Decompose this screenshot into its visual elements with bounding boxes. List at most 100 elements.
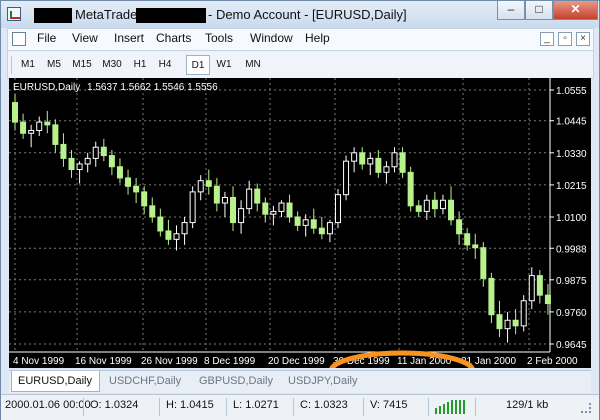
maximize-button[interactable]: □ xyxy=(525,1,553,20)
menu-file[interactable]: File xyxy=(37,31,56,45)
tab-eurusd[interactable]: EURUSD,Daily xyxy=(11,371,100,392)
candle-body xyxy=(133,185,140,193)
minimize-button[interactable]: – xyxy=(497,1,525,20)
menu-tools[interactable]: Tools xyxy=(205,31,233,45)
date-label: 16 Nov 1999 xyxy=(75,356,132,367)
status-separator xyxy=(475,398,476,416)
price-label: 0.9875 xyxy=(556,276,587,287)
candle-body xyxy=(343,160,350,196)
candle-body xyxy=(278,202,285,212)
candle-body xyxy=(262,202,269,215)
candle-body xyxy=(100,146,107,157)
candle-body xyxy=(407,171,414,207)
price-chart[interactable]: 1.0555 1.0445 1.0330 1.0215 1.0100 0.9988 0.98… xyxy=(9,78,591,368)
candle-body xyxy=(294,216,301,226)
tab-usdjpy[interactable]: USDJPY,Daily xyxy=(288,371,358,392)
candle-body xyxy=(359,152,366,165)
candle-body xyxy=(310,219,317,229)
window-subtitle: - Demo Account - [EURUSD,Daily] xyxy=(208,7,407,22)
close-button[interactable]: ✕ xyxy=(553,1,598,20)
status-separator xyxy=(428,398,429,416)
candle-body xyxy=(92,146,99,159)
candle-body xyxy=(36,121,43,131)
menu-window[interactable]: Window xyxy=(250,31,293,45)
candle-body xyxy=(52,124,59,145)
timeframe-h4[interactable]: H4 xyxy=(154,55,176,75)
candle-body xyxy=(246,188,253,210)
timeframe-w1[interactable]: W1 xyxy=(212,55,236,75)
candle-body xyxy=(221,196,228,204)
candle-body xyxy=(28,129,35,134)
redacted-block xyxy=(136,8,206,23)
candle-body xyxy=(536,275,543,296)
candle-body xyxy=(383,166,390,173)
candle-body xyxy=(431,199,438,210)
candle-body xyxy=(302,219,309,226)
price-label: 0.9760 xyxy=(556,308,587,319)
status-separator xyxy=(159,398,160,416)
candle-body xyxy=(399,152,406,173)
price-label: 1.0215 xyxy=(556,181,587,192)
timeframe-m1[interactable]: M1 xyxy=(16,55,40,75)
connection-meter-icon xyxy=(435,400,469,414)
status-separator xyxy=(293,398,294,416)
timeframe-m5[interactable]: M5 xyxy=(42,55,66,75)
candle-body xyxy=(391,152,398,168)
toolbar-grip xyxy=(11,56,12,74)
candle-body xyxy=(367,157,374,165)
price-label: 1.0100 xyxy=(556,213,587,224)
candle-body xyxy=(165,230,172,240)
mdi-restore-button[interactable]: ▫ xyxy=(558,32,572,46)
candle-body xyxy=(488,277,495,316)
menu-help[interactable]: Help xyxy=(305,31,330,45)
resize-grip-icon[interactable] xyxy=(581,403,591,413)
window-title: MetaTrader xyxy=(75,7,142,22)
tab-gbpusd[interactable]: GBPUSD,Daily xyxy=(199,371,273,392)
candle-body xyxy=(464,233,471,246)
menu-insert[interactable]: Insert xyxy=(114,31,144,45)
timeframe-mn[interactable]: MN xyxy=(240,55,266,75)
chart-window-icon[interactable] xyxy=(12,32,26,46)
title-bar: MetaTrader - Demo Account - [EURUSD,Dail… xyxy=(1,1,599,28)
price-label: 1.0445 xyxy=(556,117,587,128)
menu-view[interactable]: View xyxy=(72,31,98,45)
mdi-close-button[interactable]: × xyxy=(576,32,590,46)
candle-body xyxy=(238,208,245,224)
price-label: 0.9988 xyxy=(556,244,587,255)
status-low: L: 1.0271 xyxy=(233,399,279,411)
chart-tabs: EURUSD,Daily USDCHF,Daily GBPUSD,Daily U… xyxy=(9,370,591,393)
timeframe-m30[interactable]: M30 xyxy=(98,55,126,75)
candle-body xyxy=(270,210,277,215)
candle-body xyxy=(415,205,422,212)
tab-usdchf[interactable]: USDCHF,Daily xyxy=(109,371,181,392)
status-separator xyxy=(226,398,227,416)
status-datetime: 2000.01.06 00:00 xyxy=(5,399,91,411)
chart-symbol-label: EURUSD,Daily xyxy=(13,82,80,93)
candle-body xyxy=(141,191,148,207)
timeframe-h1[interactable]: H1 xyxy=(129,55,151,75)
price-label: 0.9645 xyxy=(556,340,587,351)
status-volume: V: 7415 xyxy=(370,399,408,411)
candle-body xyxy=(472,244,479,249)
status-close: C: 1.0323 xyxy=(300,399,348,411)
candle-body xyxy=(334,194,341,224)
date-label: 26 Nov 1999 xyxy=(141,356,198,367)
timeframe-toolbar: M1 M5 M15 M30 H1 H4 D1 W1 MN xyxy=(7,50,594,79)
candle-body xyxy=(439,199,446,210)
candle-body xyxy=(520,300,527,327)
mdi-minimize-button[interactable]: _ xyxy=(540,32,554,46)
candle-body xyxy=(375,157,382,173)
candle-body xyxy=(351,152,358,162)
timeframe-m15[interactable]: M15 xyxy=(68,55,96,75)
candle-body xyxy=(480,247,487,279)
menu-charts[interactable]: Charts xyxy=(156,31,191,45)
status-open: O: 1.0324 xyxy=(90,399,139,411)
candle-body xyxy=(197,180,204,193)
date-label: 2 Feb 2000 xyxy=(527,356,578,367)
date-label: 20 Dec 1999 xyxy=(268,356,325,367)
candle-body xyxy=(173,233,180,240)
timeframe-d1[interactable]: D1 xyxy=(186,55,210,75)
status-separator xyxy=(83,398,84,416)
menu-bar: File View Insert Charts Tools Window Hel… xyxy=(7,28,594,51)
candle-body xyxy=(205,180,212,187)
